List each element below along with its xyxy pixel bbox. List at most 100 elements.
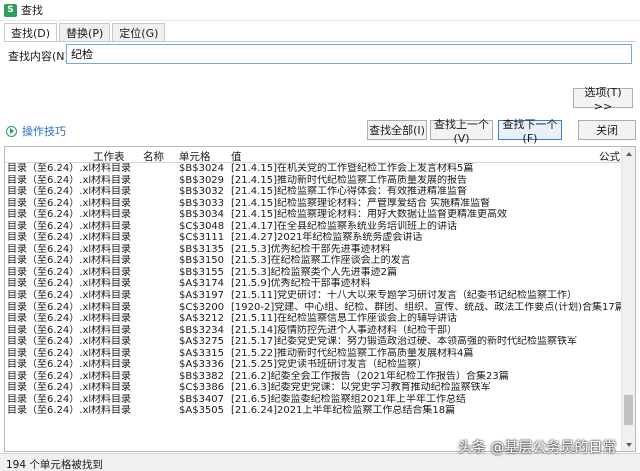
row-workbook: 目录（至6.24）.xls [7,163,91,174]
row-cell: $B$3029 [179,174,225,186]
row-sheet: 材料目录 [91,243,131,255]
row-sheet: 材料目录 [91,382,131,394]
row-value: [21.4.15]纪检监察理论材料：严管厚爱结合 实施精准监督 [231,197,491,209]
tab-goto[interactable]: 定位(G) [112,23,166,41]
row-workbook: 目录（至6.24）.xls [7,313,91,325]
find-all-button[interactable]: 查找全部(I) [367,120,427,140]
table-row[interactable]: 目录（至6.24）.xls 材料目录 $B$3034 [21.4.15]纪检监察理论材… [5,209,621,221]
table-row[interactable]: 目录（至6.24）.xls 材料目录 $B$3382 [21.6.2]纪委全会工作报告… [5,371,621,383]
row-cell: $B$3234 [179,324,225,336]
tab-find[interactable]: 查找(D) [4,23,58,42]
column-header-sheet[interactable]: 工作表 [93,149,125,164]
row-value: [21.4.15]纪检监察理论材料：用好大数据让监督更精准更高效 [231,209,507,221]
tab-replace[interactable]: 替换(P) [59,23,111,41]
table-row[interactable]: 目录（至6.24）.xls 材料目录 $C$3048 [21.4.17]在全县纪检监察… [5,221,621,233]
watermark: 头条 @基层公务员的日常 [458,440,617,456]
close-button[interactable]: 关闭 [578,120,636,140]
row-cell: $B$3407 [179,393,225,405]
row-value: [21.4.15]纪检监察工作心得体会：有效推进精准监督 [231,186,467,198]
row-workbook: 目录（至6.24）.xls [7,347,91,359]
row-cell: $B$3024 [179,163,225,174]
column-header-name[interactable]: 名称 [143,149,164,164]
table-row[interactable]: 目录（至6.24）.xls 材料目录 $C$3111 [21.4.27]2021年纪检… [5,232,621,244]
row-sheet: 材料目录 [91,370,131,382]
table-row[interactable]: 目录（至6.24）.xls 材料目录 $A$3174 [21.5.9]优秀纪检干部事迹… [5,278,621,290]
row-workbook: 目录（至6.24）.xls [7,370,91,382]
table-row[interactable]: 目录（至6.24）.xls 材料目录 $C$3200 [1920-2]党建、中心组、纪… [5,302,621,314]
row-workbook: 目录（至6.24）.xls [7,393,91,405]
row-sheet: 材料目录 [91,278,131,290]
table-row[interactable]: 目录（至6.24）.xls 材料目录 $A$3275 [21.5.17]纪委党史党课：… [5,336,621,348]
row-value: [1920-2]党建、中心组、纪检、群团、组织、宣传、统战、政法工作要点(计划)… [231,301,621,313]
row-sheet: 材料目录 [91,197,131,209]
table-row[interactable]: 目录（至6.24）.xls 材料目录 $B$3155 [21.5.3]纪检监察类个人先… [5,267,621,279]
table-row[interactable]: 目录（至6.24）.xls 材料目录 $B$3029 [21.4.15]推动新时代纪检… [5,175,621,187]
dialog-tabs: 查找(D) 替换(P) 定位(G) [4,23,167,42]
window-title: 查找 [21,4,43,17]
row-value: [21.5.11]在纪检监察信息工作座谈会上的辅导讲话 [231,313,457,325]
row-cell: $A$3212 [179,313,225,325]
table-row[interactable]: 目录（至6.24）.xls 材料目录 $A$3197 [21.5.11]党史研讨：十八… [5,290,621,302]
scroll-up-arrow-icon[interactable] [622,147,635,160]
table-row[interactable]: 目录（至6.24）.xls 材料目录 $B$3024 [21.4.15]在机关党的工作… [5,163,621,175]
row-value: [21.5.14]疫情防控先进个人事迹材料（纪检干部） [231,324,457,336]
table-row[interactable]: 目录（至6.24）.xls 材料目录 $B$3407 [21.6.5]纪委监委纪检监察… [5,394,621,406]
row-value: [21.5.11]党史研讨：十八大以来专题学习研讨发言（纪委书记纪检监察工作） [231,290,577,302]
row-workbook: 目录（至6.24）.xls [7,174,91,186]
row-value: [21.4.17]在全县纪检监察系统业务培训班上的讲话 [231,220,457,232]
row-sheet: 材料目录 [91,347,131,359]
play-circle-icon [6,125,17,137]
row-value: [21.6.3]纪委党史党课：以党史学习教育推动纪检监察铁军 [231,382,491,394]
row-cell: $B$3032 [179,186,225,198]
row-workbook: 目录（至6.24）.xls [7,197,91,209]
find-what-input[interactable] [66,44,632,64]
row-sheet: 材料目录 [91,266,131,278]
results-rows: 目录（至6.24）.xls 材料目录 $B$3024 [21.4.15]在机关党的工作… [5,163,621,417]
row-sheet: 材料目录 [91,324,131,336]
row-sheet: 材料目录 [91,255,131,267]
tab-divider [4,41,636,42]
row-sheet: 材料目录 [91,405,131,417]
find-next-button[interactable]: 查找下一个(F) [498,118,562,145]
table-row[interactable]: 目录（至6.24）.xls 材料目录 $A$3315 [21.5.22]推动新时代纪检… [5,348,621,360]
row-cell: $A$3336 [179,359,225,371]
row-value: [21.6.24]2021上半年纪检监察工作总结合集18篇 [231,405,456,417]
table-row[interactable]: 目录（至6.24）.xls 材料目录 $A$3336 [21.5.25]党史读书班研讨… [5,359,621,371]
table-row[interactable]: 目录（至6.24）.xls 材料目录 $B$3032 [21.4.15]纪检监察工作心… [5,186,621,198]
column-header-formula[interactable]: 公式 [599,149,620,164]
row-sheet: 材料目录 [91,163,131,174]
tips-link[interactable]: 操作技巧 [6,123,66,139]
find-what-label: 查找内容(N): [8,50,73,63]
table-row[interactable]: 目录（至6.24）.xls 材料目录 $A$3505 [21.6.24]2021上半年… [5,405,621,417]
status-text: 194 个单元格被找到 [6,459,103,471]
row-cell: $B$3033 [179,197,225,209]
tips-label: 操作技巧 [22,125,66,138]
table-row[interactable]: 目录（至6.24）.xls 材料目录 $A$3212 [21.5.11]在纪检监察信息… [5,313,621,325]
row-workbook: 目录（至6.24）.xls [7,255,91,267]
row-cell: $B$3382 [179,370,225,382]
row-workbook: 目录（至6.24）.xls [7,232,91,244]
row-cell: $C$3200 [179,301,225,313]
options-button[interactable]: 选项(T) >> [573,86,633,113]
row-workbook: 目录（至6.24）.xls [7,301,91,313]
table-row[interactable]: 目录（至6.24）.xls 材料目录 $B$3135 [21.5.3]优秀纪检干部先进… [5,244,621,256]
row-cell: $A$3315 [179,347,225,359]
scroll-thumb[interactable] [624,395,633,425]
row-sheet: 材料目录 [91,393,131,405]
row-sheet: 材料目录 [91,220,131,232]
row-cell: $C$3048 [179,220,225,232]
row-value: [21.5.22]推动新时代纪检监察工作高质量发展材料4篇 [231,347,474,359]
vertical-scrollbar[interactable] [621,147,635,451]
column-header-cell[interactable]: 单元格 [179,149,211,164]
row-cell: $A$3505 [179,405,225,417]
table-row[interactable]: 目录（至6.24）.xls 材料目录 $B$3033 [21.4.15]纪检监察理论材… [5,198,621,210]
find-previous-button[interactable]: 查找上一个(V) [430,118,493,145]
row-value: [21.5.9]优秀纪检干部事迹材料 [231,278,371,290]
results-list[interactable]: 工作表 名称 单元格 值 公式 目录（至6.24）.xls 材料目录 $B$3024… [4,146,636,452]
table-row[interactable]: 目录（至6.24）.xls 材料目录 $B$3150 [21.5.3]在纪检监察工作座… [5,255,621,267]
column-header-value[interactable]: 值 [231,149,242,164]
row-sheet: 材料目录 [91,186,131,198]
table-row[interactable]: 目录（至6.24）.xls 材料目录 $B$3234 [21.5.14]疫情防控先进个… [5,325,621,337]
scroll-down-arrow-icon[interactable] [622,438,635,451]
table-row[interactable]: 目录（至6.24）.xls 材料目录 $C$3386 [21.6.3]纪委党史党课：以… [5,382,621,394]
